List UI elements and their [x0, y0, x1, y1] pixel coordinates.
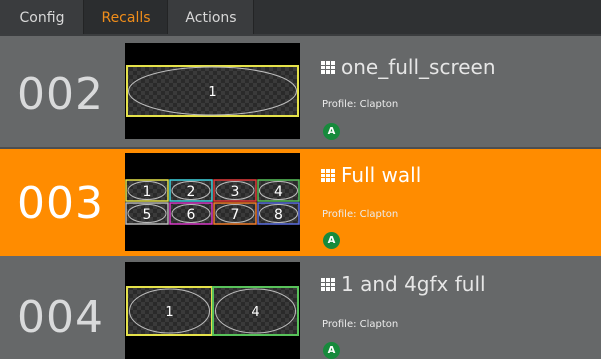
window-3-label: 3	[231, 184, 240, 200]
window-1-label: 1	[208, 85, 216, 100]
recall-name: 1 and 4gfx full	[321, 272, 486, 296]
tab-actions-label: Actions	[185, 10, 237, 26]
recall-row-003[interactable]: 003 1 2 3 4 5 6 7 8 Full wall Profile: C…	[0, 149, 601, 256]
tab-actions[interactable]: Actions	[168, 0, 254, 36]
status-badge: A	[323, 342, 340, 359]
recall-name-text: 1 and 4gfx full	[341, 272, 486, 296]
recall-name-text: Full wall	[341, 163, 422, 187]
recall-name: one_full_screen	[321, 55, 496, 79]
tab-bar: Config Recalls Actions	[0, 0, 601, 36]
recall-profile: Profile: Clapton	[322, 209, 399, 220]
window-3: 3	[213, 179, 257, 202]
tab-separator	[253, 0, 254, 36]
recall-name-text: one_full_screen	[341, 55, 496, 79]
window-4-label: 4	[251, 305, 259, 320]
window-7-label: 7	[231, 207, 240, 223]
recall-profile: Profile: Clapton	[322, 319, 399, 330]
tab-config-label: Config	[19, 10, 65, 26]
window-6: 6	[169, 202, 213, 225]
window-8-label: 8	[274, 207, 283, 223]
grid-icon	[321, 168, 335, 182]
grid-icon	[321, 277, 335, 291]
status-badge: A	[323, 123, 340, 140]
grid-icon	[321, 60, 335, 74]
window-5: 5	[125, 202, 169, 225]
recall-number: 003	[17, 178, 104, 229]
tab-recalls[interactable]: Recalls	[84, 0, 168, 36]
layout-thumbnail: 1 2 3 4 5 6 7 8	[125, 153, 300, 251]
window-1: 1	[126, 286, 213, 336]
recall-profile: Profile: Clapton	[322, 99, 399, 110]
status-badge: A	[323, 232, 340, 249]
recall-number: 004	[17, 292, 104, 343]
window-6-label: 6	[187, 207, 196, 223]
window-1: 1	[125, 179, 169, 202]
tab-recalls-label: Recalls	[101, 10, 151, 26]
window-4: 4	[257, 179, 300, 202]
recall-name: Full wall	[321, 163, 421, 187]
recall-number: 002	[17, 69, 104, 120]
recall-row-004[interactable]: 004 1 4 1 and 4gfx full Profile: Clapton…	[0, 256, 601, 359]
window-4-label: 4	[274, 184, 283, 200]
recall-row-002[interactable]: 002 1 one_full_screen Profile: Clapton A	[0, 36, 601, 149]
window-2: 2	[169, 179, 213, 202]
window-4: 4	[212, 286, 299, 336]
layout-thumbnail: 1 4	[125, 262, 300, 359]
window-7: 7	[213, 202, 257, 225]
window-5-label: 5	[143, 207, 152, 223]
window-8: 8	[257, 202, 300, 225]
layout-thumbnail: 1	[125, 43, 300, 139]
window-1-label: 1	[165, 305, 173, 320]
window-2-label: 2	[187, 184, 196, 200]
tab-config[interactable]: Config	[0, 0, 84, 36]
window-1-label: 1	[143, 184, 152, 200]
